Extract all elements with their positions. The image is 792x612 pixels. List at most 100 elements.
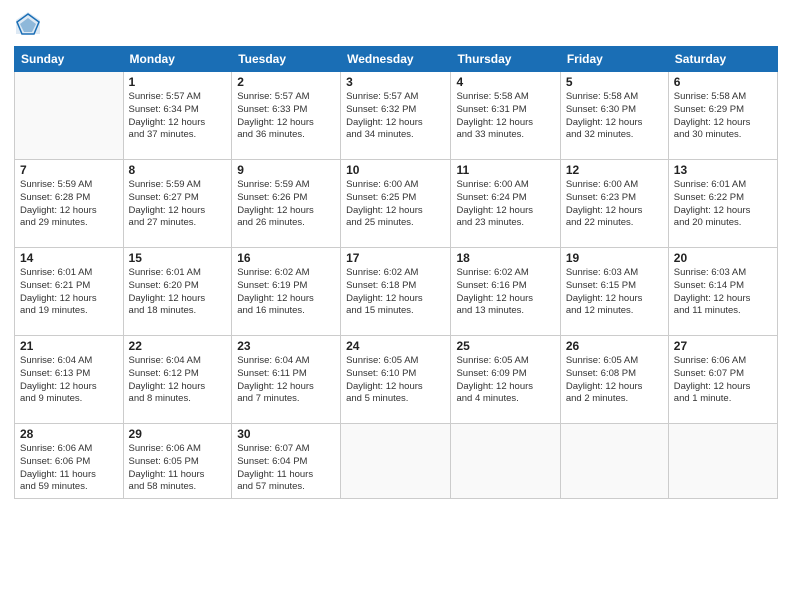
calendar-cell: 18 Sunrise: 6:02 AM Sunset: 6:16 PM Dayli…	[451, 248, 560, 336]
calendar-cell: 4Sunrise: 5:58 AM Sunset: 6:31 PM Daylig…	[451, 72, 560, 160]
calendar-cell: 30 Sunrise: 6:07 AM Sunset: 6:04 PM Dayli…	[232, 424, 341, 499]
calendar-cell	[560, 424, 668, 499]
calendar-cell: 9 Sunrise: 5:59 AM Sunset: 6:26 PM Daylig…	[232, 160, 341, 248]
calendar-week-row: 28Sunrise: 6:06 AM Sunset: 6:06 PM Dayli…	[15, 424, 778, 499]
day-number: 22	[129, 339, 227, 353]
day-info: Sunrise: 6:06 AM Sunset: 6:07 PM Dayligh…	[674, 355, 772, 406]
calendar-cell: 8Sunrise: 5:59 AM Sunset: 6:27 PM Daylig…	[123, 160, 232, 248]
weekday-header: Thursday	[451, 47, 560, 72]
day-number: 6	[674, 75, 772, 89]
calendar-week-row: 7 Sunrise: 5:59 AM Sunset: 6:28 PM Daylig…	[15, 160, 778, 248]
weekday-header: Monday	[123, 47, 232, 72]
day-number: 1	[129, 75, 227, 89]
day-info: Sunrise: 6:00 AM Sunset: 6:25 PM Dayligh…	[346, 179, 445, 230]
weekday-header: Wednesday	[341, 47, 451, 72]
header	[14, 10, 778, 38]
calendar-week-row: 1 Sunrise: 5:57 AM Sunset: 6:34 PM Daylig…	[15, 72, 778, 160]
calendar-cell: 20 Sunrise: 6:03 AM Sunset: 6:14 PM Dayli…	[668, 248, 777, 336]
day-info: Sunrise: 6:00 AM Sunset: 6:23 PM Dayligh…	[566, 179, 663, 230]
day-info: Sunrise: 5:57 AM Sunset: 6:33 PM Dayligh…	[237, 91, 335, 142]
day-info: Sunrise: 6:04 AM Sunset: 6:12 PM Dayligh…	[129, 355, 227, 406]
calendar-cell: 21 Sunrise: 6:04 AM Sunset: 6:13 PM Dayli…	[15, 336, 124, 424]
day-number: 5	[566, 75, 663, 89]
day-info: Sunrise: 6:03 AM Sunset: 6:15 PM Dayligh…	[566, 267, 663, 318]
calendar-cell: 22 Sunrise: 6:04 AM Sunset: 6:12 PM Dayli…	[123, 336, 232, 424]
logo	[14, 10, 46, 38]
day-number: 20	[674, 251, 772, 265]
calendar-cell: 3 Sunrise: 5:57 AM Sunset: 6:32 PM Daylig…	[341, 72, 451, 160]
day-info: Sunrise: 6:04 AM Sunset: 6:13 PM Dayligh…	[20, 355, 118, 406]
calendar-cell	[15, 72, 124, 160]
calendar-cell: 26 Sunrise: 6:05 AM Sunset: 6:08 PM Dayli…	[560, 336, 668, 424]
day-number: 28	[20, 427, 118, 441]
day-number: 26	[566, 339, 663, 353]
day-number: 21	[20, 339, 118, 353]
day-number: 14	[20, 251, 118, 265]
day-info: Sunrise: 6:00 AM Sunset: 6:24 PM Dayligh…	[456, 179, 554, 230]
day-number: 7	[20, 163, 118, 177]
calendar-cell: 15Sunrise: 6:01 AM Sunset: 6:20 PM Dayli…	[123, 248, 232, 336]
weekday-header: Tuesday	[232, 47, 341, 72]
calendar-cell: 10Sunrise: 6:00 AM Sunset: 6:25 PM Dayli…	[341, 160, 451, 248]
day-number: 16	[237, 251, 335, 265]
day-info: Sunrise: 5:57 AM Sunset: 6:34 PM Dayligh…	[129, 91, 227, 142]
calendar-cell: 28Sunrise: 6:06 AM Sunset: 6:06 PM Dayli…	[15, 424, 124, 499]
day-info: Sunrise: 6:01 AM Sunset: 6:21 PM Dayligh…	[20, 267, 118, 318]
calendar-cell: 7 Sunrise: 5:59 AM Sunset: 6:28 PM Daylig…	[15, 160, 124, 248]
calendar-cell: 5 Sunrise: 5:58 AM Sunset: 6:30 PM Daylig…	[560, 72, 668, 160]
day-number: 17	[346, 251, 445, 265]
day-info: Sunrise: 5:59 AM Sunset: 6:26 PM Dayligh…	[237, 179, 335, 230]
day-info: Sunrise: 5:57 AM Sunset: 6:32 PM Dayligh…	[346, 91, 445, 142]
logo-icon	[14, 10, 42, 38]
day-info: Sunrise: 5:59 AM Sunset: 6:28 PM Dayligh…	[20, 179, 118, 230]
day-info: Sunrise: 6:02 AM Sunset: 6:18 PM Dayligh…	[346, 267, 445, 318]
calendar: SundayMondayTuesdayWednesdayThursdayFrid…	[14, 46, 778, 499]
day-number: 19	[566, 251, 663, 265]
calendar-cell: 1 Sunrise: 5:57 AM Sunset: 6:34 PM Daylig…	[123, 72, 232, 160]
day-info: Sunrise: 6:04 AM Sunset: 6:11 PM Dayligh…	[237, 355, 335, 406]
day-number: 23	[237, 339, 335, 353]
day-number: 3	[346, 75, 445, 89]
day-info: Sunrise: 6:05 AM Sunset: 6:10 PM Dayligh…	[346, 355, 445, 406]
page: SundayMondayTuesdayWednesdayThursdayFrid…	[0, 0, 792, 612]
calendar-header-row: SundayMondayTuesdayWednesdayThursdayFrid…	[15, 47, 778, 72]
calendar-cell: 16 Sunrise: 6:02 AM Sunset: 6:19 PM Dayli…	[232, 248, 341, 336]
day-number: 25	[456, 339, 554, 353]
weekday-header: Saturday	[668, 47, 777, 72]
calendar-cell: 11 Sunrise: 6:00 AM Sunset: 6:24 PM Dayli…	[451, 160, 560, 248]
day-info: Sunrise: 6:03 AM Sunset: 6:14 PM Dayligh…	[674, 267, 772, 318]
day-number: 29	[129, 427, 227, 441]
day-info: Sunrise: 6:01 AM Sunset: 6:22 PM Dayligh…	[674, 179, 772, 230]
calendar-cell	[668, 424, 777, 499]
weekday-header: Friday	[560, 47, 668, 72]
day-number: 27	[674, 339, 772, 353]
day-number: 24	[346, 339, 445, 353]
day-number: 9	[237, 163, 335, 177]
day-number: 11	[456, 163, 554, 177]
weekday-header: Sunday	[15, 47, 124, 72]
day-info: Sunrise: 6:06 AM Sunset: 6:05 PM Dayligh…	[129, 443, 227, 494]
calendar-cell: 25Sunrise: 6:05 AM Sunset: 6:09 PM Dayli…	[451, 336, 560, 424]
day-info: Sunrise: 6:01 AM Sunset: 6:20 PM Dayligh…	[129, 267, 227, 318]
calendar-week-row: 21 Sunrise: 6:04 AM Sunset: 6:13 PM Dayli…	[15, 336, 778, 424]
day-info: Sunrise: 6:05 AM Sunset: 6:08 PM Dayligh…	[566, 355, 663, 406]
calendar-cell: 29 Sunrise: 6:06 AM Sunset: 6:05 PM Dayli…	[123, 424, 232, 499]
calendar-cell: 12Sunrise: 6:00 AM Sunset: 6:23 PM Dayli…	[560, 160, 668, 248]
day-number: 18	[456, 251, 554, 265]
day-info: Sunrise: 5:58 AM Sunset: 6:29 PM Dayligh…	[674, 91, 772, 142]
calendar-cell: 2 Sunrise: 5:57 AM Sunset: 6:33 PM Daylig…	[232, 72, 341, 160]
day-info: Sunrise: 6:02 AM Sunset: 6:16 PM Dayligh…	[456, 267, 554, 318]
day-number: 30	[237, 427, 335, 441]
calendar-cell: 23 Sunrise: 6:04 AM Sunset: 6:11 PM Dayli…	[232, 336, 341, 424]
calendar-cell: 13Sunrise: 6:01 AM Sunset: 6:22 PM Dayli…	[668, 160, 777, 248]
day-number: 2	[237, 75, 335, 89]
calendar-cell: 14 Sunrise: 6:01 AM Sunset: 6:21 PM Dayli…	[15, 248, 124, 336]
calendar-cell: 27 Sunrise: 6:06 AM Sunset: 6:07 PM Dayli…	[668, 336, 777, 424]
calendar-cell: 24 Sunrise: 6:05 AM Sunset: 6:10 PM Dayli…	[341, 336, 451, 424]
day-info: Sunrise: 6:07 AM Sunset: 6:04 PM Dayligh…	[237, 443, 335, 494]
day-info: Sunrise: 6:02 AM Sunset: 6:19 PM Dayligh…	[237, 267, 335, 318]
calendar-cell	[341, 424, 451, 499]
day-info: Sunrise: 5:58 AM Sunset: 6:31 PM Dayligh…	[456, 91, 554, 142]
calendar-cell: 19 Sunrise: 6:03 AM Sunset: 6:15 PM Dayli…	[560, 248, 668, 336]
day-info: Sunrise: 5:58 AM Sunset: 6:30 PM Dayligh…	[566, 91, 663, 142]
